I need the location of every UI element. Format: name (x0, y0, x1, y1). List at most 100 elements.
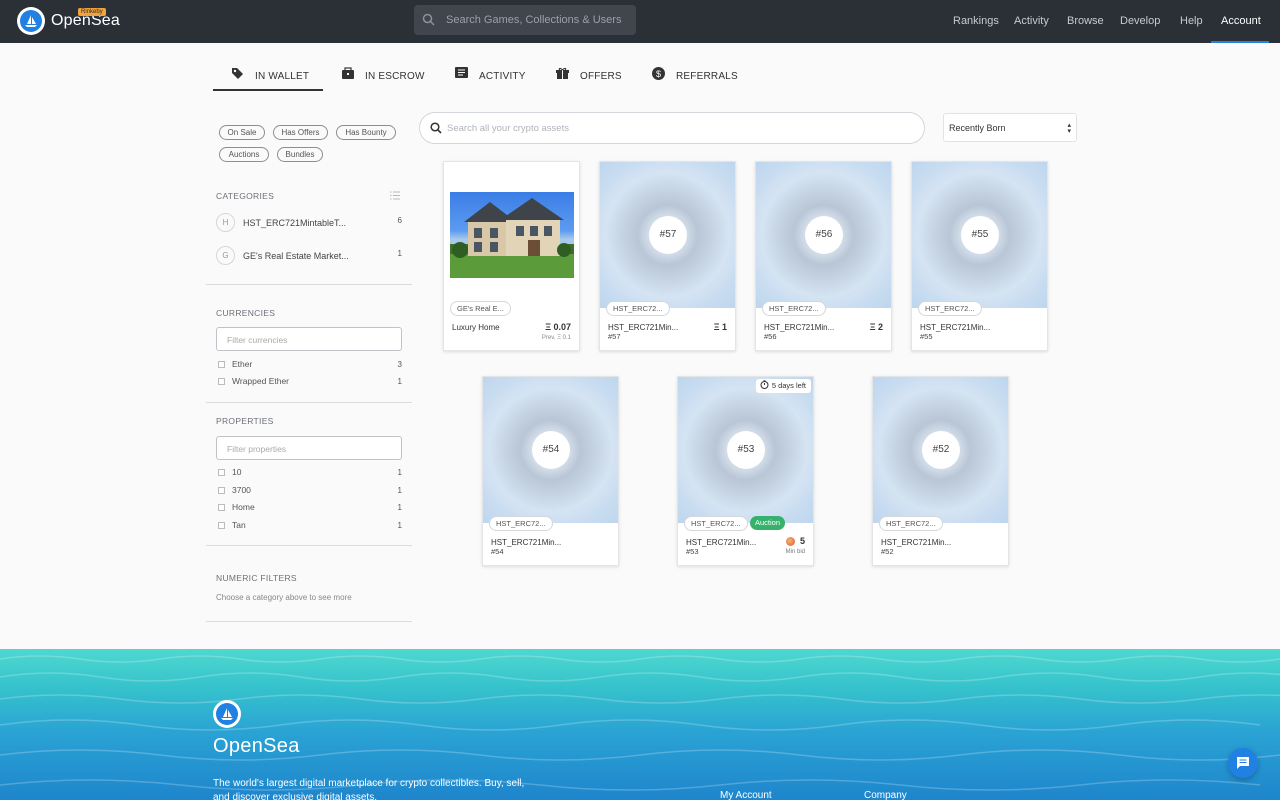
asset-name: HST_ERC721Min... (920, 323, 991, 332)
asset-card[interactable]: #53 5 days left HST_ERC72... Auction HST… (677, 376, 814, 566)
currency-filter-wrapped-ether[interactable]: Wrapped Ether 1 (218, 376, 402, 388)
chat-button[interactable] (1228, 748, 1258, 778)
checkbox[interactable] (218, 361, 225, 368)
opensea-logo-icon[interactable] (17, 7, 45, 35)
currencies-heading: CURRENCIES (216, 308, 276, 318)
asset-token-id: #57 (608, 332, 621, 341)
nav-link-develop[interactable]: Develop (1120, 15, 1160, 27)
asset-price: Ξ 2 (869, 322, 883, 332)
asset-number-badge: #54 (532, 431, 570, 469)
footer: OpenSea The world's largest digital mark… (0, 649, 1280, 800)
footer-logo-icon[interactable] (213, 700, 241, 728)
asset-name: HST_ERC721Min... (686, 538, 757, 547)
category-item-hst[interactable]: H HST_ERC721MintableT... 6 (216, 213, 402, 233)
checkbox-label: 3700 (232, 485, 251, 495)
nav-link-rankings[interactable]: Rankings (953, 15, 999, 27)
nav-link-account[interactable]: Account (1221, 15, 1261, 27)
properties-heading: PROPERTIES (216, 416, 274, 426)
filter-pill-has-offers[interactable]: Has Offers (273, 125, 328, 140)
filter-properties-input[interactable]: Filter properties (216, 436, 402, 460)
checkbox[interactable] (218, 504, 225, 511)
filter-currencies-input[interactable]: Filter currencies (216, 327, 402, 351)
search-icon (430, 122, 442, 134)
tab-active-indicator (213, 89, 323, 91)
filter-pill-bundles[interactable]: Bundles (277, 147, 323, 162)
asset-collection-badge[interactable]: GE's Real E... (450, 301, 511, 316)
checkbox[interactable] (218, 469, 225, 476)
asset-token-id: #52 (881, 547, 894, 556)
property-filter-3700[interactable]: 3700 1 (218, 485, 402, 497)
global-search-placeholder: Search Games, Collections & Users (446, 14, 622, 26)
nav-link-activity[interactable]: Activity (1014, 15, 1049, 27)
category-avatar: H (216, 213, 235, 232)
asset-search-placeholder: Search all your crypto assets (447, 123, 569, 134)
list-icon[interactable] (390, 191, 400, 200)
asset-thumbnail: #56 (756, 162, 891, 308)
checkbox[interactable] (218, 378, 225, 385)
asset-card[interactable]: GE's Real E... Luxury Home Ξ 0.07 Prev. … (443, 161, 580, 351)
property-filter-tan[interactable]: Tan 1 (218, 520, 402, 532)
asset-thumbnail: #54 (483, 377, 618, 523)
category-avatar: G (216, 246, 235, 265)
sidebar-divider (206, 402, 412, 403)
asset-name: HST_ERC721Min... (764, 323, 835, 332)
sidebar-divider (206, 621, 412, 622)
tab-label: OFFERS (580, 71, 622, 82)
sidebar-divider (206, 545, 412, 546)
checkbox-count: 1 (397, 486, 402, 495)
asset-token-id: #54 (491, 547, 504, 556)
sort-select[interactable]: Recently Born ▴ ▾ (943, 113, 1077, 142)
currency-filter-ether[interactable]: Ether 3 (218, 359, 402, 371)
nav-link-browse[interactable]: Browse (1067, 15, 1104, 27)
asset-card[interactable]: #56 HST_ERC72... HST_ERC721Min... #56 Ξ … (755, 161, 892, 351)
category-name: GE's Real Estate Market... (243, 251, 349, 261)
asset-card[interactable]: #54 HST_ERC72... HST_ERC721Min... #54 (482, 376, 619, 566)
asset-token-id: #55 (920, 332, 933, 341)
property-filter-home[interactable]: Home 1 (218, 502, 402, 514)
tab-label: IN ESCROW (365, 71, 425, 82)
filter-currencies-placeholder: Filter currencies (227, 335, 288, 345)
asset-thumbnail (444, 162, 579, 308)
sort-caret-icon: ▴ ▾ (1067, 122, 1071, 135)
category-name: HST_ERC721MintableT... (243, 218, 347, 228)
category-count: 6 (397, 216, 402, 225)
asset-card[interactable]: #52 HST_ERC72... HST_ERC721Min... #52 (872, 376, 1009, 566)
global-search-input[interactable]: Search Games, Collections & Users (414, 5, 636, 35)
checkbox[interactable] (218, 487, 225, 494)
footer-col-company: Company (864, 790, 907, 800)
asset-number-badge: #53 (727, 431, 765, 469)
asset-collection-badge[interactable]: HST_ERC72... (762, 301, 826, 316)
filter-pill-auctions[interactable]: Auctions (219, 147, 269, 162)
asset-collection-badge[interactable]: HST_ERC72... (879, 516, 943, 531)
checkbox-count: 1 (397, 377, 402, 386)
sort-value: Recently Born (949, 123, 1006, 133)
filter-pill-has-bounty[interactable]: Has Bounty (336, 125, 396, 140)
checkbox[interactable] (218, 522, 225, 529)
nav-link-help[interactable]: Help (1180, 15, 1203, 27)
asset-thumbnail: #53 5 days left (678, 377, 813, 523)
asset-card[interactable]: #57 HST_ERC72... HST_ERC721Min... #57 Ξ … (599, 161, 736, 351)
asset-collection-badge[interactable]: HST_ERC72... (489, 516, 553, 531)
filter-pill-on-sale[interactable]: On Sale (219, 125, 265, 140)
ocean-waves-background (0, 655, 1280, 791)
nav-active-indicator (1211, 41, 1269, 43)
briefcase-icon (342, 67, 354, 79)
asset-collection-badge[interactable]: HST_ERC72... (684, 516, 748, 531)
sidebar-divider (206, 284, 412, 285)
checkbox-count: 3 (397, 360, 402, 369)
category-item-ge[interactable]: G GE's Real Estate Market... 1 (216, 246, 402, 266)
asset-thumbnail: #57 (600, 162, 735, 308)
asset-search-input[interactable]: Search all your crypto assets (419, 112, 925, 144)
min-bid-value: 5 (799, 536, 805, 546)
asset-collection-badge[interactable]: HST_ERC72... (918, 301, 982, 316)
asset-card[interactable]: #55 HST_ERC72... HST_ERC721Min... #55 (911, 161, 1048, 351)
category-count: 1 (397, 249, 402, 258)
network-badge: Rinkeby (78, 8, 106, 16)
asset-collection-badge[interactable]: HST_ERC72... (606, 301, 670, 316)
asset-thumbnail: #52 (873, 377, 1008, 523)
checkbox-count: 1 (397, 468, 402, 477)
asset-name: Luxury Home (452, 323, 500, 332)
tab-label: IN WALLET (255, 71, 310, 82)
gift-icon (556, 67, 569, 79)
property-filter-10[interactable]: 10 1 (218, 467, 402, 479)
